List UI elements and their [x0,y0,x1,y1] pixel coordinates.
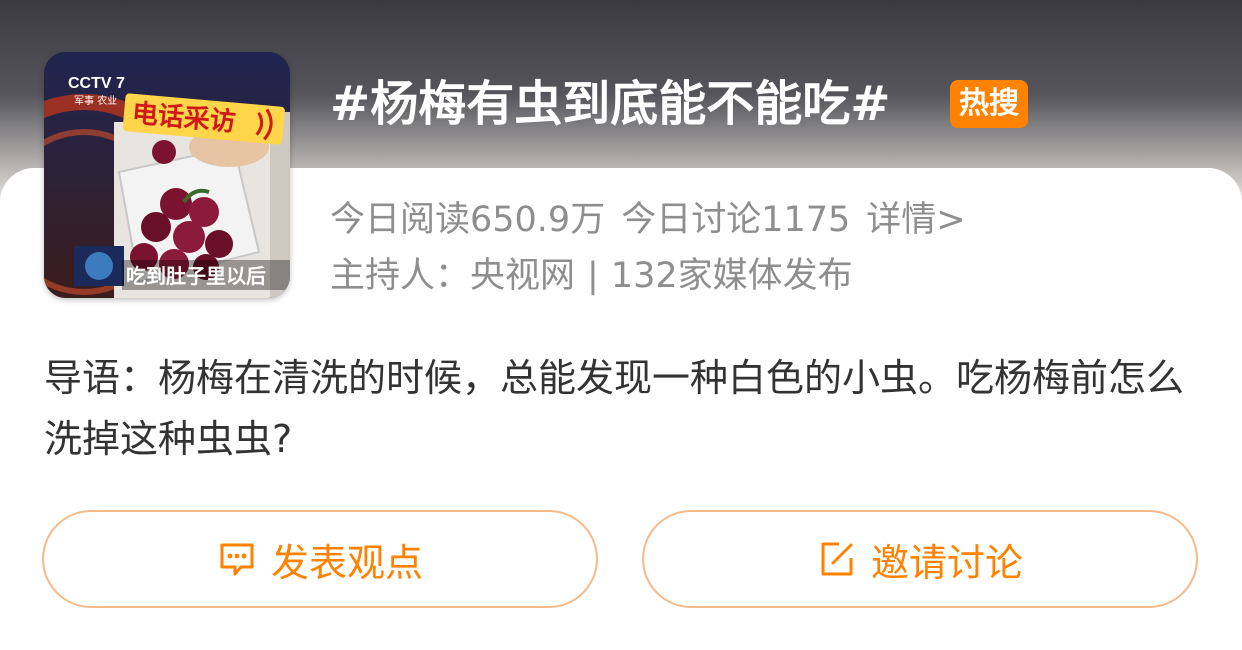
divider: | [587,256,599,296]
topic-lead: 导语：杨梅在清洗的时候，总能发现一种白色的小虫。吃杨梅前怎么洗掉这种虫虫? [44,356,1185,461]
thumbnail-image: CCTV 7 军事 农业 电话采访 吃到肚子里以后 [44,52,290,298]
topic-thumbnail[interactable]: CCTV 7 军事 农业 电话采访 吃到肚子里以后 [44,52,290,298]
topic-title: #杨梅有虫到底能不能吃# [330,76,891,132]
edit-pen-icon [821,542,853,576]
discussions-today: 今日讨论1175 [621,200,851,240]
reads-today: 今日阅读650.9万 [330,200,606,240]
hot-search-badge: 热搜 [950,80,1028,128]
video-caption: 吃到肚子里以后 [126,264,266,288]
media-count[interactable]: 132家媒体发布 [611,256,853,296]
topic-host-info: 主持人：央视网 | 132家媒体发布 [330,252,853,300]
comment-bubble-icon [220,543,254,576]
invite-discussion-label: 邀请讨论 [870,540,1023,585]
channel-logo: CCTV 7 [68,75,125,92]
host[interactable]: 主持人：央视网 [330,256,575,296]
post-opinion-button[interactable]: 发表观点 [42,510,598,608]
post-opinion-label: 发表观点 [270,540,423,585]
invite-discussion-button[interactable]: 邀请讨论 [642,510,1198,608]
channel-sub: 军事 农业 [74,94,117,107]
topic-stats: 今日阅读650.9万 今日讨论1175 详情> [330,196,966,244]
details-link[interactable]: 详情> [866,200,965,240]
